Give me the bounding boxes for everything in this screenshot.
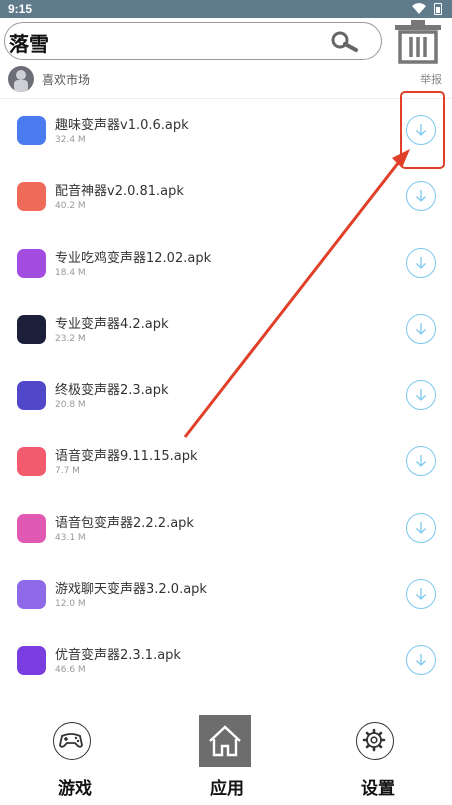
download-button[interactable]	[406, 181, 436, 212]
app-size: 23.2 M	[55, 333, 86, 344]
app-title: 趣味变声器v1.0.6.apk	[55, 118, 189, 133]
download-button[interactable]	[406, 579, 436, 610]
home-icon	[199, 715, 251, 767]
gamepad-icon	[53, 722, 91, 760]
list-item[interactable]: 专业变声器4.2.apk 23.2 M	[0, 298, 452, 364]
search-input[interactable]: 落雪	[9, 28, 49, 57]
list-item[interactable]: 语音变声器9.11.15.apk 7.7 M	[0, 430, 452, 496]
avatar	[8, 66, 34, 92]
download-icon	[416, 322, 426, 335]
download-button[interactable]	[406, 512, 436, 543]
download-button[interactable]	[406, 446, 436, 477]
tab-games[interactable]: 游戏	[45, 712, 105, 805]
app-size: 43.1 M	[55, 532, 86, 543]
app-list: 趣味变声器v1.0.6.apk 32.4 M 配音神器v2.0.81.apk 40.2…	[0, 99, 452, 696]
app-icon	[17, 447, 46, 477]
app-title: 游戏聊天变声器3.2.0.apk	[55, 582, 207, 598]
tab-settings-label: 设置	[361, 779, 395, 799]
app-title: 终极变声器2.3.apk	[55, 383, 169, 399]
download-icon	[416, 455, 426, 468]
app-size: 32.4 M	[55, 135, 86, 145]
tab-apps-label: 应用	[210, 779, 244, 799]
app-title: 优音变声器2.3.1.apk	[55, 648, 181, 664]
app-icon	[17, 513, 46, 543]
app-title: 配音神器v2.0.81.apk	[55, 184, 184, 200]
app-size: 18.4 M	[55, 267, 86, 278]
search-icon[interactable]	[327, 31, 359, 53]
search-bar[interactable]: 落雪	[4, 22, 382, 60]
tab-settings[interactable]: 设置	[348, 712, 408, 805]
tab-apps[interactable]: 应用	[197, 712, 257, 805]
download-button[interactable]	[406, 645, 436, 676]
wifi-icon	[412, 3, 426, 14]
app-title: 语音包变声器2.2.2.apk	[55, 515, 194, 531]
status-time: 9:15	[8, 2, 33, 16]
download-button[interactable]	[406, 380, 436, 411]
download-icon	[416, 190, 426, 203]
list-item[interactable]: 优音变声器2.3.1.apk 46.6 M	[0, 629, 452, 695]
app-icon	[17, 646, 46, 676]
download-button[interactable]	[406, 313, 436, 344]
download-icon	[416, 256, 426, 269]
download-icon	[416, 521, 426, 534]
list-item[interactable]: 配音神器v2.0.81.apk 40.2 M	[0, 165, 452, 231]
bottom-nav: 游戏 应用 设置	[0, 712, 452, 805]
list-item[interactable]: 终极变声器2.3.apk 20.8 M	[0, 364, 452, 430]
battery-icon	[434, 3, 442, 15]
app-size: 20.8 M	[55, 400, 86, 411]
download-icon	[416, 588, 426, 600]
download-icon	[416, 389, 426, 402]
app-title: 专业吃鸡变声器12.02.apk	[55, 250, 212, 266]
download-icon	[416, 654, 426, 667]
report-link[interactable]: 举报	[420, 71, 442, 87]
app-icon	[17, 182, 46, 212]
app-icon	[17, 116, 46, 145]
app-size: 46.6 M	[55, 665, 86, 676]
app-icon	[17, 248, 46, 278]
gear-icon	[356, 722, 394, 760]
list-item[interactable]: 语音包变声器2.2.2.apk 43.1 M	[0, 497, 452, 563]
download-button[interactable]	[406, 247, 436, 278]
list-item[interactable]: 游戏聊天变声器3.2.0.apk 12.0 M	[0, 563, 452, 629]
app-title: 语音变声器9.11.15.apk	[55, 449, 198, 465]
list-item[interactable]: 专业吃鸡变声器12.02.apk 18.4 M	[0, 232, 452, 298]
trash-icon[interactable]	[394, 20, 442, 64]
market-name: 喜欢市场	[42, 73, 91, 87]
app-icon	[17, 314, 46, 344]
app-size: 12.0 M	[55, 599, 86, 610]
app-size: 40.2 M	[55, 201, 86, 212]
status-bar: 9:15	[0, 0, 452, 18]
tab-games-label: 游戏	[58, 779, 92, 799]
app-icon	[17, 381, 46, 411]
list-item[interactable]: 趣味变声器v1.0.6.apk 32.4 M	[0, 99, 452, 165]
app-icon	[17, 580, 46, 610]
highlight-box	[400, 91, 445, 169]
app-title: 专业变声器4.2.apk	[55, 316, 169, 332]
app-size: 7.7 M	[55, 466, 80, 477]
